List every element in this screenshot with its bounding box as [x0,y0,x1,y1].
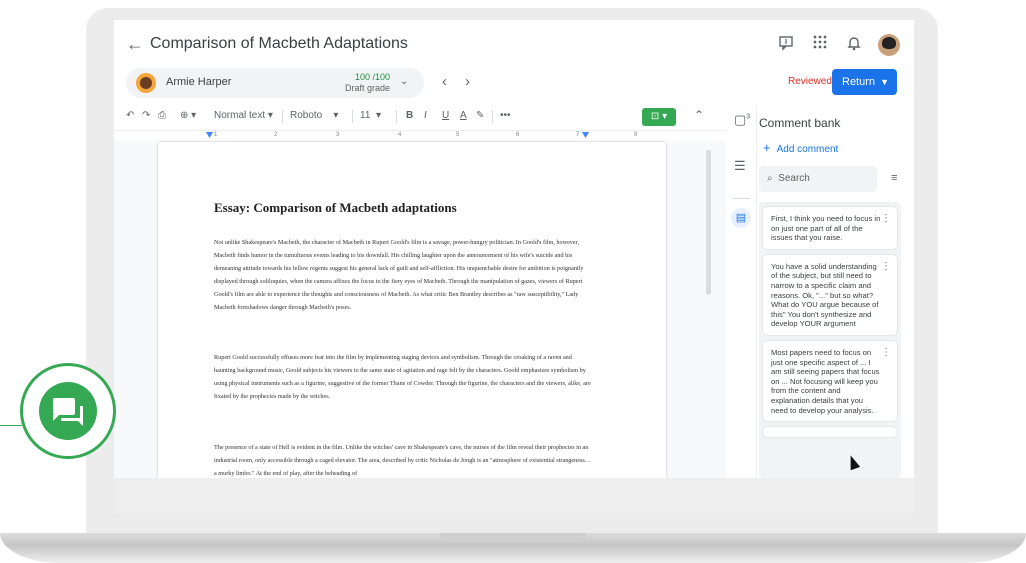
highlight-icon[interactable]: ✎ [476,110,484,121]
more-options-button[interactable]: ••• [500,110,511,121]
text-style-label: Normal text [214,110,266,121]
comment-text: You have a solid understanding of the su… [771,261,879,329]
editor-toolbar: ↶ ↷ ⎙ ⊕ ▾ Normal text ▾ Roboto ▾ 11 ▾ B … [114,106,726,128]
page-icon[interactable]: ▢3 [734,112,750,128]
student-nav: ‹› [442,73,488,90]
bold-button[interactable]: B [406,110,413,121]
toolbar-divider [396,110,397,123]
ruler-number: 2 [274,132,278,138]
more-vert-icon[interactable]: ⋮ [881,261,891,272]
grade-status: Draft grade [344,83,390,93]
comment-card[interactable]: Most papers need to focus on just one sp… [763,340,897,422]
ruler-number: 4 [398,132,402,138]
ruler: 1 2 3 4 5 6 7 8 [114,130,726,140]
toolbar-divider [352,110,353,123]
text-style-dropdown[interactable]: Normal text ▾ [214,110,273,121]
add-comment-button[interactable]: + Add comment [763,140,838,155]
ruler-number: 1 [214,132,218,138]
comment-text: Most papers need to focus on just one sp… [771,347,880,415]
chat-badge [20,363,116,459]
laptop-base [0,533,1026,563]
suggest-mode-button[interactable]: ⊡ ▾ [642,108,676,126]
rubric-icon[interactable]: ☰ [734,158,746,174]
comment-search-input[interactable]: ⌕ Search [759,166,877,192]
comment-icon[interactable] [776,35,796,55]
font-dropdown[interactable]: Roboto ▾ [290,110,338,121]
search-placeholder: Search [778,173,810,184]
comment-card[interactable]: First, I think you need to focus in on j… [763,207,897,249]
return-button[interactable]: Return ▼ [832,69,897,95]
filter-icon[interactable]: ≡ [891,172,897,184]
stage: ← Comparison of Macbeth Adaptations Armi… [0,0,1026,563]
previous-student-button[interactable]: ‹ [442,73,465,90]
search-icon: ⌕ [767,173,773,184]
underline-button[interactable]: U [442,110,449,121]
comment-bank-icon[interactable]: ▤ [731,208,751,228]
ruler-number: 8 [634,132,638,138]
ruler-number: 5 [456,132,460,138]
divider [732,198,750,199]
toolbar-divider [282,110,283,123]
side-panel-icons: ▢3 ☰ ▤ [726,106,756,478]
document-paragraph: The presence of a state of Hell is evide… [214,444,591,477]
grading-app: ← Comparison of Macbeth Adaptations Armi… [114,20,914,478]
more-vert-icon[interactable]: ⋮ [881,348,891,358]
grade-value: 100 /100 [354,72,390,82]
comment-card[interactable] [763,427,897,438]
italic-button[interactable]: I [424,110,427,121]
chat-icon [39,382,97,440]
page-count-badge: 3 [746,113,751,121]
font-label: Roboto [290,110,323,121]
connector-line [0,425,22,426]
indent-marker[interactable] [206,132,213,138]
apps-grid-icon[interactable] [810,35,830,55]
more-vert-icon[interactable]: ⋮ [881,214,891,224]
arrow-back-icon[interactable]: ← [126,34,144,55]
chevron-down-icon[interactable]: ⌄ [400,76,408,87]
chevron-down-icon[interactable]: ▼ [880,69,889,95]
document-title: Essay: Comparison of Macbeth adaptations [214,200,457,215]
app-header: ← Comparison of Macbeth Adaptations [114,20,914,70]
reviewed-status: Reviewed [788,76,832,87]
toolbar-divider [492,110,493,123]
add-comment-label: Add comment [776,144,839,155]
plus-icon: + [763,140,771,155]
screen-bottom [114,478,914,514]
user-avatar[interactable] [878,34,900,56]
comment-card[interactable]: You have a solid understanding of the su… [763,254,897,335]
student-selector[interactable]: Armie Harper 100 /100 Draft grade ⌄ [126,68,424,98]
scrollbar[interactable] [706,150,711,295]
student-avatar [136,73,156,93]
document-paragraph: Rupert Goold successfully effuses more f… [214,354,591,400]
next-student-button[interactable]: › [465,73,488,90]
indent-marker[interactable] [582,132,589,138]
document-page[interactable]: Essay: Comparison of Macbeth adaptations… [158,142,666,478]
redo-icon[interactable]: ↷ [142,110,150,121]
chat-bubble-front [53,398,75,421]
comment-list: First, I think you need to focus in on j… [759,202,901,478]
student-name: Armie Harper [166,76,232,88]
zoom-icon[interactable]: ⊕ ▾ [180,110,196,121]
ruler-number: 6 [516,132,520,138]
chevron-up-icon[interactable]: ⌃ [694,108,704,122]
font-size-label: 11 [360,110,371,121]
comment-bank-panel: Comment bank + Add comment ⌕ Search ≡ Fir… [756,106,914,478]
undo-icon[interactable]: ↶ [126,110,134,121]
document-paragraph: Not unlike Shakespeare's Macbeth, the ch… [214,239,584,311]
header-icons [776,34,900,56]
ruler-number: 7 [576,132,580,138]
comment-text: First, I think you need to focus in on j… [771,214,881,243]
comment-bank-title: Comment bank [759,116,841,130]
ruler-number: 3 [336,132,340,138]
page-title: Comparison of Macbeth Adaptations [150,35,408,52]
print-icon[interactable]: ⎙ [158,110,166,121]
bell-icon[interactable] [844,35,864,55]
return-button-label: Return [842,76,876,88]
font-size-dropdown[interactable]: 11 ▾ [360,110,381,121]
text-color-button[interactable]: A [460,110,467,121]
